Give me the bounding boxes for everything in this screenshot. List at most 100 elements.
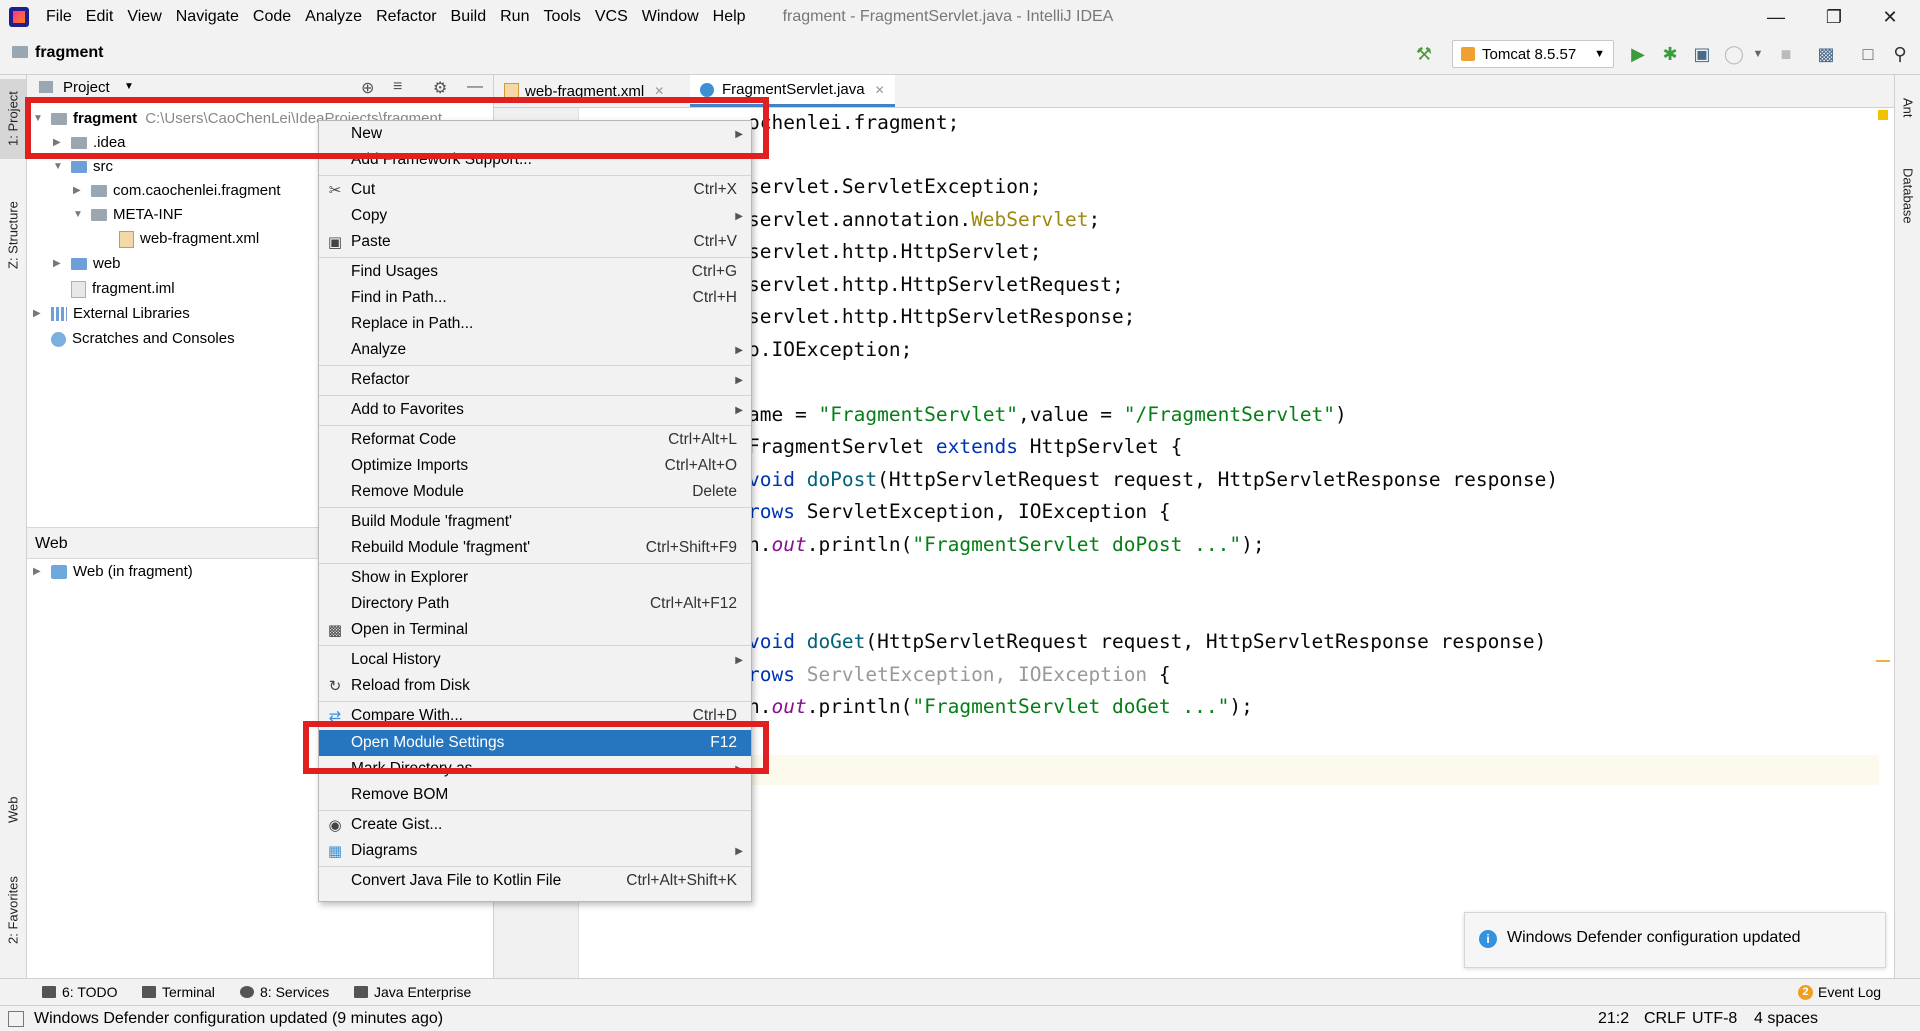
chevron-right-icon: ▶ (735, 374, 743, 386)
menu-help[interactable]: Help (706, 8, 753, 26)
search-icon[interactable]: ⚲ (1888, 42, 1912, 66)
menu-view[interactable]: View (120, 8, 168, 26)
menu-analyze[interactable]: Analyze (298, 8, 369, 26)
menu-run[interactable]: Run (493, 8, 536, 26)
menu-item-find-in-path[interactable]: Find in Path... Ctrl+H (319, 285, 751, 311)
menu-item-convert-to-kotlin[interactable]: Convert Java File to Kotlin File Ctrl+Alt… (319, 868, 751, 894)
hide-icon[interactable]: — (467, 78, 483, 96)
menu-item-reformat-code[interactable]: Reformat Code Ctrl+Alt+L (319, 427, 751, 453)
tree-item-meta-inf[interactable]: ▼ META-INF (73, 203, 183, 227)
menu-item-build-module[interactable]: Build Module 'fragment' (319, 509, 751, 535)
run-configuration-select[interactable]: Tomcat 8.5.57 ▼ (1452, 40, 1614, 68)
menu-item-reload-from-disk[interactable]: ↻ Reload from Disk (319, 673, 751, 699)
tool-tab-web[interactable]: Web (0, 785, 26, 835)
collapse-all-icon[interactable]: ≡ (393, 78, 402, 96)
menu-edit[interactable]: Edit (79, 8, 121, 26)
tree-item-label: fragment.iml (92, 280, 175, 297)
breadcrumb-project[interactable]: fragment (35, 44, 103, 62)
menu-item-find-usages[interactable]: Find Usages Ctrl+G (319, 259, 751, 285)
menu-item-replace-in-path[interactable]: Replace in Path... (319, 311, 751, 337)
tree-item-web[interactable]: ▶ web (53, 252, 121, 276)
menu-item-remove-bom[interactable]: Remove BOM (319, 782, 751, 808)
menu-item-local-history[interactable]: Local History ▶ (319, 647, 751, 673)
run-icon[interactable]: ▶ (1626, 42, 1650, 66)
run-configuration-label: Tomcat 8.5.57 (1482, 45, 1577, 63)
close-icon[interactable]: ✕ (654, 84, 664, 98)
menu-file[interactable]: File (39, 8, 79, 26)
status-message[interactable]: Windows Defender configuration updated (… (34, 1010, 443, 1028)
tree-item-scratches[interactable]: Scratches and Consoles (51, 327, 235, 351)
menu-refactor[interactable]: Refactor (369, 8, 443, 26)
event-log-button[interactable]: 2 Event Log (1798, 984, 1881, 1000)
tree-item-web-in-fragment[interactable]: ▶ Web (in fragment) (33, 560, 193, 584)
inspection-status-marker[interactable] (1878, 110, 1888, 120)
terminal-icon: ▩ (327, 622, 343, 639)
tree-item-package[interactable]: ▶ com.caochenlei.fragment (73, 179, 281, 203)
menu-item-cut[interactable]: ✂ Cut Ctrl+X (319, 177, 751, 203)
locate-icon[interactable]: ⊕ (361, 78, 374, 98)
tool-tab-terminal[interactable]: Terminal (142, 984, 215, 1000)
menu-item-directory-path[interactable]: Directory Path Ctrl+Alt+F12 (319, 591, 751, 617)
menu-item-analyze[interactable]: Analyze ▶ (319, 337, 751, 363)
menu-item-add-to-favorites[interactable]: Add to Favorites ▶ (319, 397, 751, 423)
menu-item-rebuild-module[interactable]: Rebuild Module 'fragment' Ctrl+Shift+F9 (319, 535, 751, 561)
line-separator[interactable]: CRLF (1644, 1010, 1686, 1028)
tree-item-fragment-iml[interactable]: fragment.iml (71, 277, 175, 301)
tool-tab-structure[interactable]: Z: Structure (0, 185, 26, 285)
menu-item-create-gist[interactable]: ◉ Create Gist... (319, 812, 751, 838)
project-structure-icon[interactable]: ▩ (1814, 42, 1838, 66)
tree-item-label: web (93, 255, 121, 272)
code-line-7: servlet.http.HttpServletResponse; (748, 305, 1136, 328)
debug-icon[interactable]: ✱ (1658, 42, 1682, 66)
tree-item-web-fragment-xml[interactable]: web-fragment.xml (119, 227, 259, 251)
tree-item-external-libraries[interactable]: ▶ External Libraries (33, 302, 190, 326)
menu-separator (319, 810, 751, 811)
menu-item-open-in-terminal[interactable]: ▩ Open in Terminal (319, 617, 751, 643)
layout-icon[interactable]: □ (1856, 42, 1880, 66)
notification-balloon[interactable]: i Windows Defender configuration updated (1464, 912, 1886, 968)
tool-tab-ant[interactable]: Ant (1895, 83, 1920, 133)
menu-tools[interactable]: Tools (536, 8, 587, 26)
tool-tab-favorites[interactable]: 2: Favorites (0, 865, 26, 955)
profile-icon[interactable]: ◯ (1722, 42, 1746, 66)
menu-item-show-in-explorer[interactable]: Show in Explorer (319, 565, 751, 591)
menu-build[interactable]: Build (444, 8, 494, 26)
menu-item-diagrams[interactable]: ▦ Diagrams ▶ (319, 838, 751, 864)
menu-window[interactable]: Window (635, 8, 706, 26)
caret-position[interactable]: 21:2 (1598, 1010, 1629, 1028)
menu-code[interactable]: Code (246, 8, 298, 26)
tool-tab-project[interactable]: 1: Project (0, 79, 26, 159)
project-view-select[interactable]: Project (63, 79, 110, 96)
tool-tab-database[interactable]: Database (1895, 151, 1920, 241)
menu-item-copy[interactable]: Copy ▶ (319, 203, 751, 229)
todo-icon (42, 986, 56, 998)
tool-tab-services[interactable]: 8: Services (240, 984, 329, 1000)
chevron-down-icon[interactable]: ▼ (124, 81, 134, 92)
gear-icon[interactable]: ⚙ (433, 78, 447, 98)
tree-item-label: com.caochenlei.fragment (113, 182, 281, 199)
stop-icon[interactable]: ■ (1774, 42, 1798, 66)
menu-vcs[interactable]: VCS (588, 8, 635, 26)
build-hammer-icon[interactable]: ⚒ (1412, 42, 1436, 66)
tool-tab-todo[interactable]: 6: TODO (42, 984, 118, 1000)
close-button[interactable]: ✕ (1862, 0, 1918, 34)
menu-item-optimize-imports[interactable]: Optimize Imports Ctrl+Alt+O (319, 453, 751, 479)
file-encoding[interactable]: UTF-8 (1692, 1010, 1737, 1028)
menu-separator (319, 701, 751, 702)
close-icon[interactable]: ✕ (875, 83, 885, 97)
coverage-icon[interactable]: ▣ (1690, 42, 1714, 66)
menu-separator (319, 563, 751, 564)
toggle-tool-windows-icon[interactable] (8, 1011, 24, 1027)
xml-file-icon (119, 230, 134, 248)
chevron-down-icon[interactable]: ▼ (1746, 42, 1770, 66)
menu-item-refactor[interactable]: Refactor ▶ (319, 367, 751, 393)
restore-button[interactable]: ❐ (1806, 0, 1862, 34)
menu-item-paste[interactable]: ▣ Paste Ctrl+V (319, 229, 751, 255)
minimize-button[interactable]: — (1748, 0, 1804, 34)
indent-setting[interactable]: 4 spaces (1754, 1010, 1818, 1028)
tool-tab-java-enterprise[interactable]: Java Enterprise (354, 984, 471, 1000)
menu-navigate[interactable]: Navigate (169, 8, 246, 26)
menu-item-remove-module[interactable]: Remove Module Delete (319, 479, 751, 505)
tree-item-label: META-INF (113, 206, 183, 223)
code-line-17: void doGet(HttpServletRequest request, H… (748, 630, 1547, 653)
